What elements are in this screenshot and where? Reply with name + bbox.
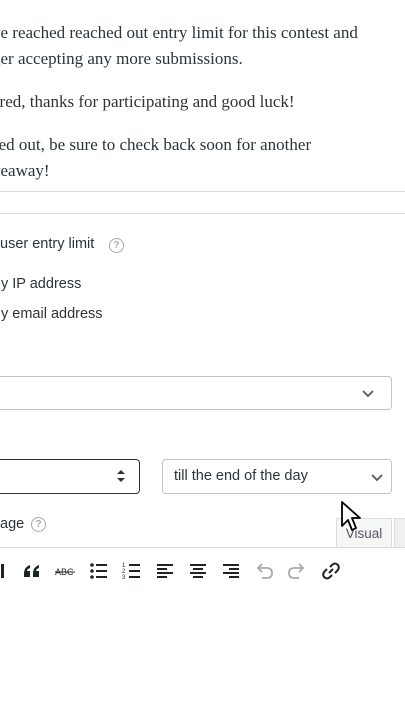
- entry-limit-select[interactable]: [0, 376, 392, 410]
- limit-period-select-value: till the end of the day: [174, 468, 308, 484]
- editor-toolbar: ABC 1 2 3: [0, 547, 405, 591]
- stepper-icon[interactable]: [116, 469, 126, 483]
- closed-message-line-2: veaway!: [0, 161, 50, 180]
- link-icon[interactable]: [320, 560, 342, 582]
- divider-top: [0, 191, 405, 192]
- entered-message: ered, thanks for participating and good …: [0, 92, 295, 111]
- chevron-down-icon: [371, 474, 383, 482]
- mouse-cursor-icon: [341, 501, 361, 531]
- closed-message-line-1: sed out, be sure to check back soon for …: [0, 135, 312, 154]
- chevron-down-icon: [362, 390, 374, 398]
- tab-text[interactable]: [394, 518, 405, 548]
- align-center-icon[interactable]: [187, 560, 209, 582]
- entry-limit-label: user entry limit: [0, 236, 95, 252]
- limit-message-line-1: ve reached reached out entry limit for t…: [0, 23, 358, 42]
- limit-by-ip-option[interactable]: y IP address: [1, 276, 81, 292]
- align-left-icon[interactable]: [154, 560, 176, 582]
- help-icon[interactable]: ?: [31, 517, 46, 532]
- strikethrough-icon[interactable]: ABC: [54, 560, 76, 582]
- entry-limit-number-input[interactable]: [0, 459, 140, 494]
- divider-bottom: [0, 213, 405, 214]
- limit-period-select[interactable]: till the end of the day: [162, 459, 392, 494]
- align-right-icon[interactable]: [220, 560, 242, 582]
- bulleted-list-icon[interactable]: [88, 560, 110, 582]
- message-label: age: [0, 516, 25, 532]
- limit-message-line-2: ger accepting any more submissions.: [0, 49, 243, 68]
- limit-by-email-option[interactable]: y email address: [1, 306, 103, 322]
- svg-text:3: 3: [122, 575, 126, 581]
- blockquote-icon[interactable]: [21, 560, 43, 582]
- numbered-list-icon[interactable]: 1 2 3: [121, 560, 143, 582]
- italic-icon[interactable]: [0, 560, 19, 582]
- undo-icon[interactable]: [253, 560, 275, 582]
- redo-icon[interactable]: [286, 560, 308, 582]
- help-icon[interactable]: ?: [109, 238, 124, 253]
